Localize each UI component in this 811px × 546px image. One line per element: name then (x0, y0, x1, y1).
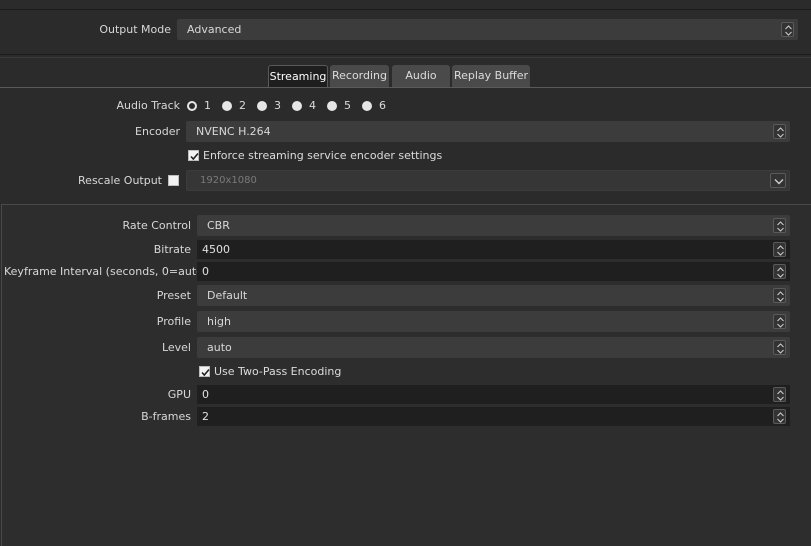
rescale-resolution-select[interactable]: 1920x1080 (186, 170, 790, 191)
two-pass-checkbox[interactable] (199, 366, 210, 377)
enforce-checkbox[interactable] (188, 150, 199, 161)
updown-arrows-icon (773, 124, 786, 139)
preset-value: Default (207, 289, 248, 302)
keyframe-interval-spinbox[interactable]: 0 (197, 262, 790, 281)
updown-arrows-icon (773, 340, 786, 355)
tab-audio[interactable]: Audio (392, 65, 450, 87)
audio-track-radio-1-label: 1 (204, 99, 211, 112)
preset-label: Preset (156, 289, 191, 302)
gpu-label: GPU (167, 388, 191, 401)
audio-track-radio-2-label: 2 (239, 99, 246, 112)
rescale-output-label: Rescale Output (78, 174, 162, 187)
section-divider-2 (0, 57, 811, 58)
encoder-select[interactable]: NVENC H.264 (186, 121, 790, 142)
profile-value: high (207, 315, 231, 328)
enforce-label[interactable]: Enforce streaming service encoder settin… (203, 149, 442, 162)
level-label: Level (161, 341, 191, 354)
keyframe-interval-label: Keyframe Interval (seconds, 0=auto) (4, 265, 208, 278)
output-mode-value: Advanced (187, 23, 242, 36)
level-value: auto (207, 341, 232, 354)
bframes-spinbox[interactable]: 2 (197, 407, 790, 426)
tab-streaming[interactable]: Streaming (268, 65, 328, 87)
encoder-value: NVENC H.264 (196, 125, 271, 138)
audio-track-radio-6-label: 6 (379, 99, 386, 112)
two-pass-label[interactable]: Use Two-Pass Encoding (214, 365, 341, 378)
gpu-value: 0 (202, 388, 209, 401)
profile-select[interactable]: high (197, 311, 790, 332)
tab-replay-buffer[interactable]: Replay Buffer (452, 65, 530, 87)
preset-select[interactable]: Default (197, 285, 790, 306)
updown-arrows-icon (773, 288, 786, 303)
profile-label: Profile (156, 315, 191, 328)
rate-control-select[interactable]: CBR (197, 215, 790, 236)
rescale-resolution-value: 1920x1080 (200, 175, 257, 186)
keyframe-interval-value: 0 (202, 265, 209, 278)
updown-arrows-icon (781, 22, 794, 37)
audio-track-radio-2[interactable] (222, 101, 232, 111)
level-select[interactable]: auto (197, 337, 790, 358)
updown-arrows-icon (773, 314, 786, 329)
audio-track-radio-1[interactable] (187, 101, 197, 111)
output-mode-select[interactable]: Advanced (177, 19, 798, 40)
gpu-spinbox[interactable]: 0 (197, 385, 790, 404)
rate-control-label: Rate Control (122, 219, 191, 232)
audio-track-radio-3[interactable] (257, 101, 267, 111)
spin-arrows-icon[interactable] (773, 409, 786, 424)
audio-track-label: Audio Track (116, 99, 180, 112)
checkmark-icon (190, 152, 199, 161)
audio-track-radio-5[interactable] (327, 101, 337, 111)
bitrate-value: 4500 (202, 243, 230, 256)
rescale-output-checkbox[interactable] (168, 175, 179, 186)
audio-track-radio-4-label: 4 (309, 99, 316, 112)
audio-track-radio-4[interactable] (292, 101, 302, 111)
spin-arrows-icon[interactable] (773, 387, 786, 402)
spin-arrows-icon[interactable] (773, 264, 786, 279)
section-divider (0, 54, 811, 55)
checkmark-icon (201, 368, 210, 377)
bitrate-spinbox[interactable]: 4500 (197, 240, 790, 259)
audio-track-radio-5-label: 5 (344, 99, 351, 112)
updown-arrows-icon (773, 218, 786, 233)
bitrate-label: Bitrate (153, 243, 191, 256)
top-divider (0, 9, 811, 10)
encoder-label: Encoder (135, 125, 180, 138)
chevron-down-icon (770, 173, 786, 188)
bframes-value: 2 (202, 410, 209, 423)
audio-track-radio-3-label: 3 (274, 99, 281, 112)
audio-track-radio-6[interactable] (362, 101, 372, 111)
bframes-label: B-frames (141, 410, 191, 423)
tab-recording[interactable]: Recording (330, 65, 389, 87)
spin-arrows-icon[interactable] (773, 242, 786, 257)
output-mode-label: Output Mode (99, 23, 171, 36)
rate-control-value: CBR (207, 219, 230, 232)
